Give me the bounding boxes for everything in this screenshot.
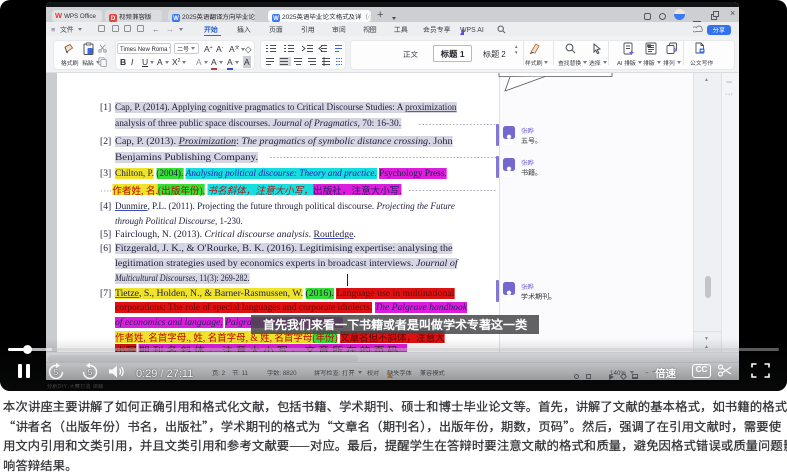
svg-text:5: 5 [88,368,93,377]
svg-text:5: 5 [54,368,59,377]
